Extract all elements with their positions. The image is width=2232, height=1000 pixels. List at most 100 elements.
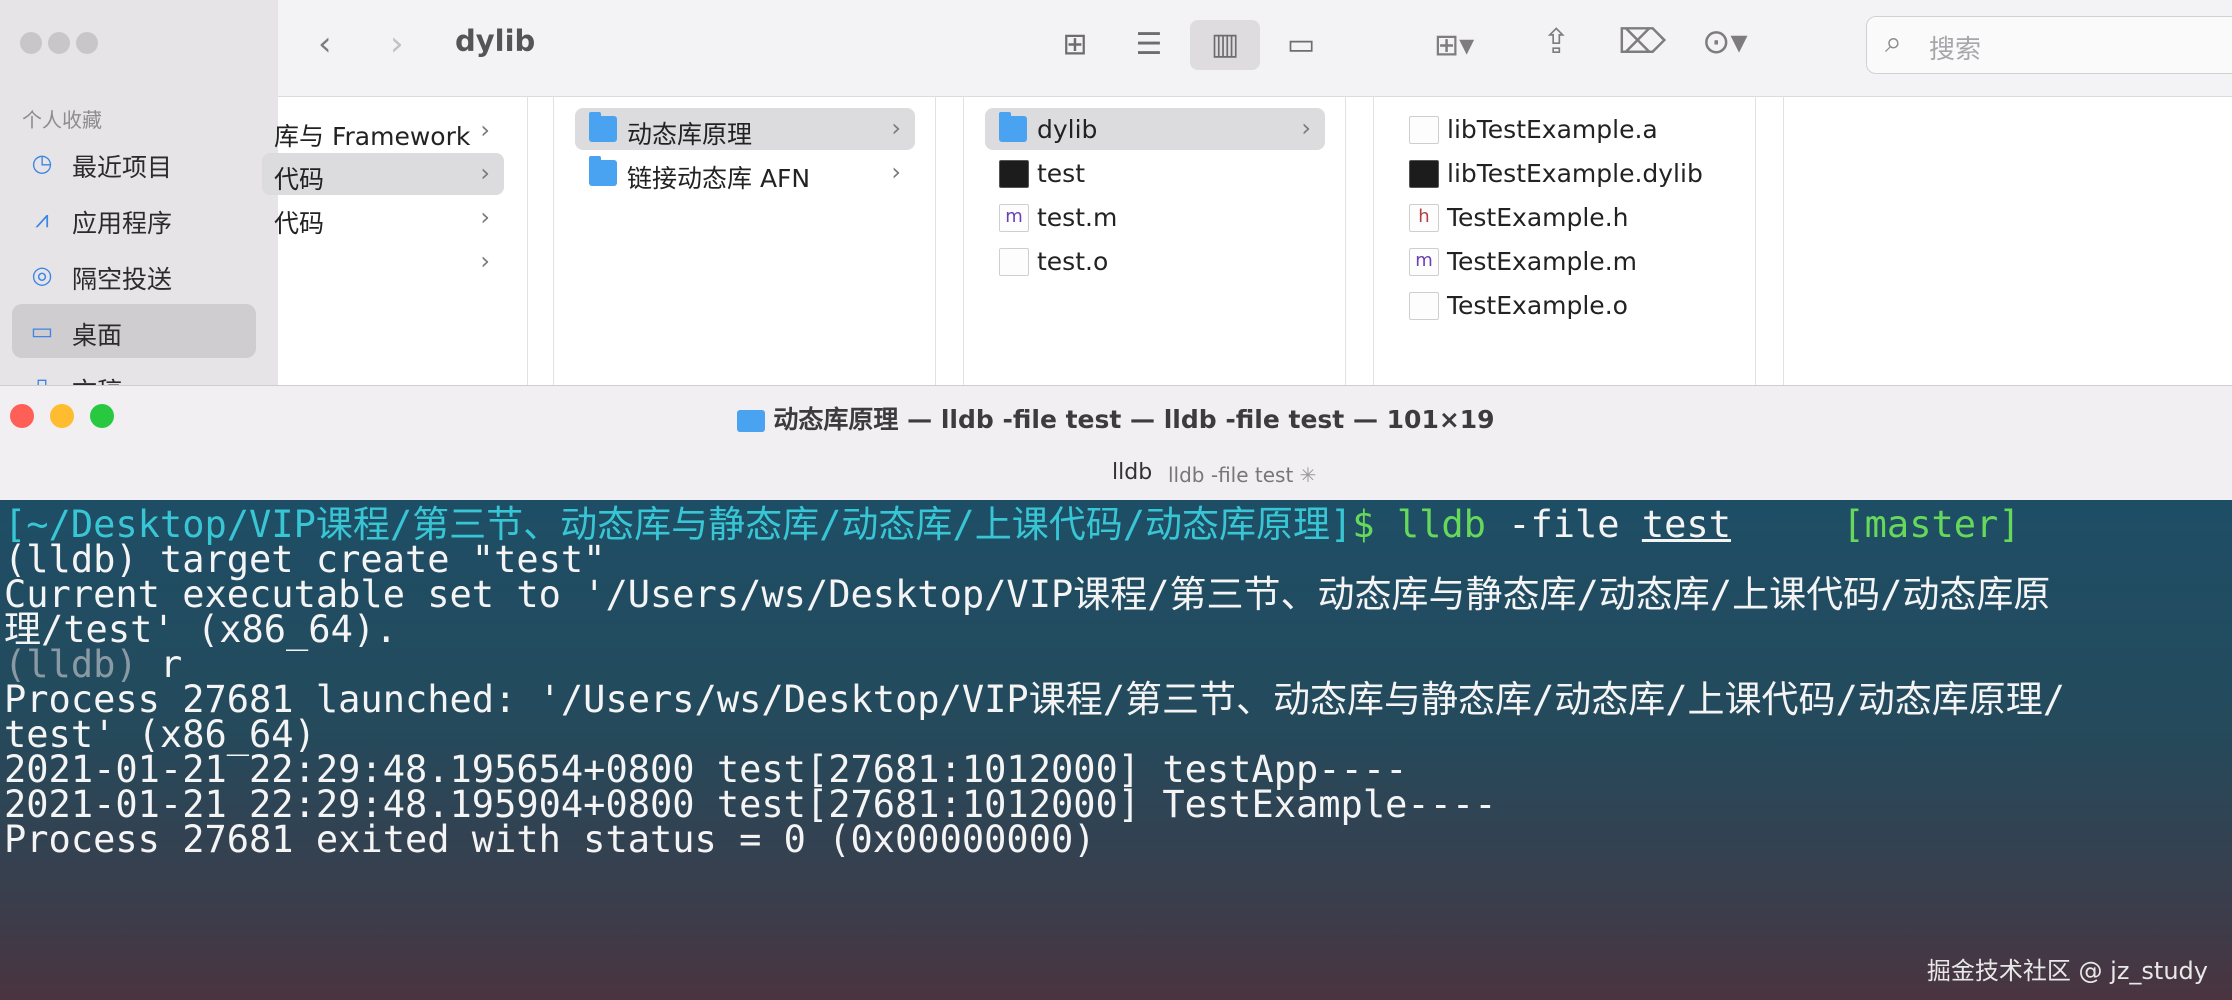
terminal-output[interactable]: [~/Desktop/VIP课程/第三节、动态库与静态库/动态库/上课代码/动态… <box>0 500 2232 1000</box>
list-item[interactable]: TestExample.o <box>1395 284 1735 326</box>
terminal-title-text: 动态库原理 — lldb -file test — lldb -file tes… <box>773 405 1495 434</box>
list-item-label: test <box>1037 159 1086 188</box>
list-item[interactable]: 链接动态库 AFN › <box>575 152 915 194</box>
list-item-label: 动态库原理 <box>627 120 753 149</box>
apps-icon: ⩘ <box>35 205 49 233</box>
column-divider[interactable] <box>1755 96 1756 385</box>
list-item[interactable]: dylib › <box>985 108 1325 150</box>
list-item-label: libTestExample.a <box>1447 115 1658 144</box>
terminal-titlebar: 动态库原理 — lldb -file test — lldb -file tes… <box>0 385 2232 502</box>
clock-icon: ◷ <box>31 149 53 177</box>
group-by-icon[interactable]: ⊞▾ <box>1434 26 1474 66</box>
finder-sidebar: 个人收藏 ◷ 最近项目 ⩘ 应用程序 ◎ 隔空投送 ▭ 桌面 ▯ 文稿 <box>0 0 278 385</box>
list-item[interactable]: libTestExample.a <box>1395 108 1735 150</box>
executable-icon <box>999 160 1029 188</box>
list-item[interactable]: m test.m <box>985 196 1325 238</box>
gallery-view-icon[interactable]: ▭ <box>1266 20 1336 70</box>
list-item-label: test.m <box>1037 203 1118 232</box>
chevron-right-icon: › <box>480 247 490 275</box>
column-divider[interactable] <box>1345 96 1346 385</box>
minimize-traffic-light[interactable] <box>48 32 70 54</box>
chevron-right-icon: › <box>891 158 901 186</box>
list-item-label: test.o <box>1037 247 1109 276</box>
column-divider[interactable] <box>527 96 528 385</box>
sidebar-item-applications[interactable]: ⩘ 应用程序 <box>12 192 256 246</box>
list-item[interactable]: 代码 › <box>262 153 504 195</box>
list-item[interactable]: 库与 Framework › <box>262 110 504 152</box>
list-item-label: dylib <box>1037 115 1098 144</box>
back-chevron-icon[interactable]: ‹ <box>318 24 332 64</box>
chevron-right-icon: › <box>891 114 901 142</box>
watermark-text: 掘金技术社区 @ jz_study <box>1926 957 2208 985</box>
column-divider[interactable] <box>553 96 554 385</box>
forward-chevron-icon[interactable]: › <box>390 24 404 64</box>
search-icon: ⌕ <box>1885 25 1902 60</box>
shell-prompt-symbol: $ <box>1352 503 1375 546</box>
list-item-label: 库与 Framework <box>274 122 471 151</box>
sidebar-item-desktop[interactable]: ▭ 桌面 <box>12 304 256 358</box>
file-icon <box>1409 292 1439 320</box>
search-placeholder: 搜索 <box>1929 35 1982 65</box>
tag-icon[interactable]: ⌦ <box>1618 22 1666 62</box>
terminal-line: Process 27681 exited with status = 0 (0x… <box>4 818 1096 861</box>
list-item-label: 代码 <box>274 165 325 194</box>
airdrop-icon: ◎ <box>31 261 53 289</box>
window-title: dylib <box>455 24 536 58</box>
list-item[interactable]: libTestExample.dylib <box>1395 152 1735 194</box>
search-input[interactable]: ⌕ 搜索 <box>1866 16 2232 74</box>
view-mode-group: ⊞ ☰ ▥ ▭ <box>1040 20 1360 70</box>
tab-subtitle-text: lldb -file test <box>1168 463 1294 487</box>
column-divider[interactable] <box>1373 96 1374 385</box>
file-icon <box>1409 116 1439 144</box>
terminal-window: 动态库原理 — lldb -file test — lldb -file tes… <box>0 385 2232 1000</box>
sidebar-item-label: 桌面 <box>72 321 123 350</box>
chevron-right-icon: › <box>480 116 490 144</box>
list-item[interactable]: › <box>262 241 504 283</box>
column-divider[interactable] <box>963 96 964 385</box>
column-divider[interactable] <box>935 96 936 385</box>
finder-window: 个人收藏 ◷ 最近项目 ⩘ 应用程序 ◎ 隔空投送 ▭ 桌面 ▯ 文稿 ‹ › … <box>0 0 2232 385</box>
close-traffic-light[interactable] <box>20 32 42 54</box>
sidebar-item-label: 应用程序 <box>72 209 173 238</box>
sidebar-section-favorites: 个人收藏 <box>22 108 102 132</box>
share-icon[interactable]: ⇪ <box>1542 22 1571 62</box>
column-view-icon[interactable]: ▥ <box>1190 20 1260 70</box>
desktop-icon: ▭ <box>30 317 54 345</box>
list-item[interactable]: h TestExample.h <box>1395 196 1735 238</box>
list-item-label: 代码 <box>274 209 325 238</box>
list-item[interactable]: 动态库原理 › <box>575 108 915 150</box>
more-actions-icon[interactable]: ⊙▾ <box>1702 22 1748 62</box>
list-item-label: TestExample.h <box>1447 203 1629 232</box>
activity-spinner-icon: ✳ <box>1299 463 1317 487</box>
list-item[interactable]: m TestExample.m <box>1395 240 1735 282</box>
h-file-icon: h <box>1409 204 1439 232</box>
m-file-icon: m <box>999 204 1029 232</box>
tab-lldb[interactable]: lldb <box>1112 460 1152 485</box>
chevron-right-icon: › <box>1301 114 1311 142</box>
shell-command: lldb <box>1396 503 1486 546</box>
file-icon <box>999 248 1029 276</box>
git-branch-badge: [master] <box>1842 503 2021 546</box>
shell-command-file: test <box>1641 503 1731 546</box>
sidebar-item-recents[interactable]: ◷ 最近项目 <box>12 136 256 190</box>
icon-view-icon[interactable]: ⊞ <box>1040 20 1110 70</box>
sidebar-item-label: 最近项目 <box>72 153 173 182</box>
list-item[interactable]: 代码 › <box>262 197 504 239</box>
sidebar-item-documents[interactable]: ▯ 文稿 <box>12 360 256 385</box>
shell-command-arg: -file <box>1508 503 1620 546</box>
list-item[interactable]: test <box>985 152 1325 194</box>
chevron-right-icon: › <box>480 159 490 187</box>
list-item-label: 链接动态库 AFN <box>627 164 811 193</box>
document-icon: ▯ <box>28 373 56 385</box>
list-item-label: TestExample.o <box>1447 291 1628 320</box>
zoom-traffic-light[interactable] <box>76 32 98 54</box>
executable-icon <box>1409 160 1439 188</box>
terminal-title: 动态库原理 — lldb -file test — lldb -file tes… <box>0 400 2232 436</box>
sidebar-item-airdrop[interactable]: ◎ 隔空投送 <box>12 248 256 302</box>
list-view-icon[interactable]: ☰ <box>1114 20 1184 70</box>
m-file-icon: m <box>1409 248 1439 276</box>
folder-icon <box>999 112 1027 142</box>
column-divider[interactable] <box>1783 96 1784 385</box>
list-item[interactable]: test.o <box>985 240 1325 282</box>
tab-subtitle: lldb -file test ✳ <box>1168 463 1316 487</box>
